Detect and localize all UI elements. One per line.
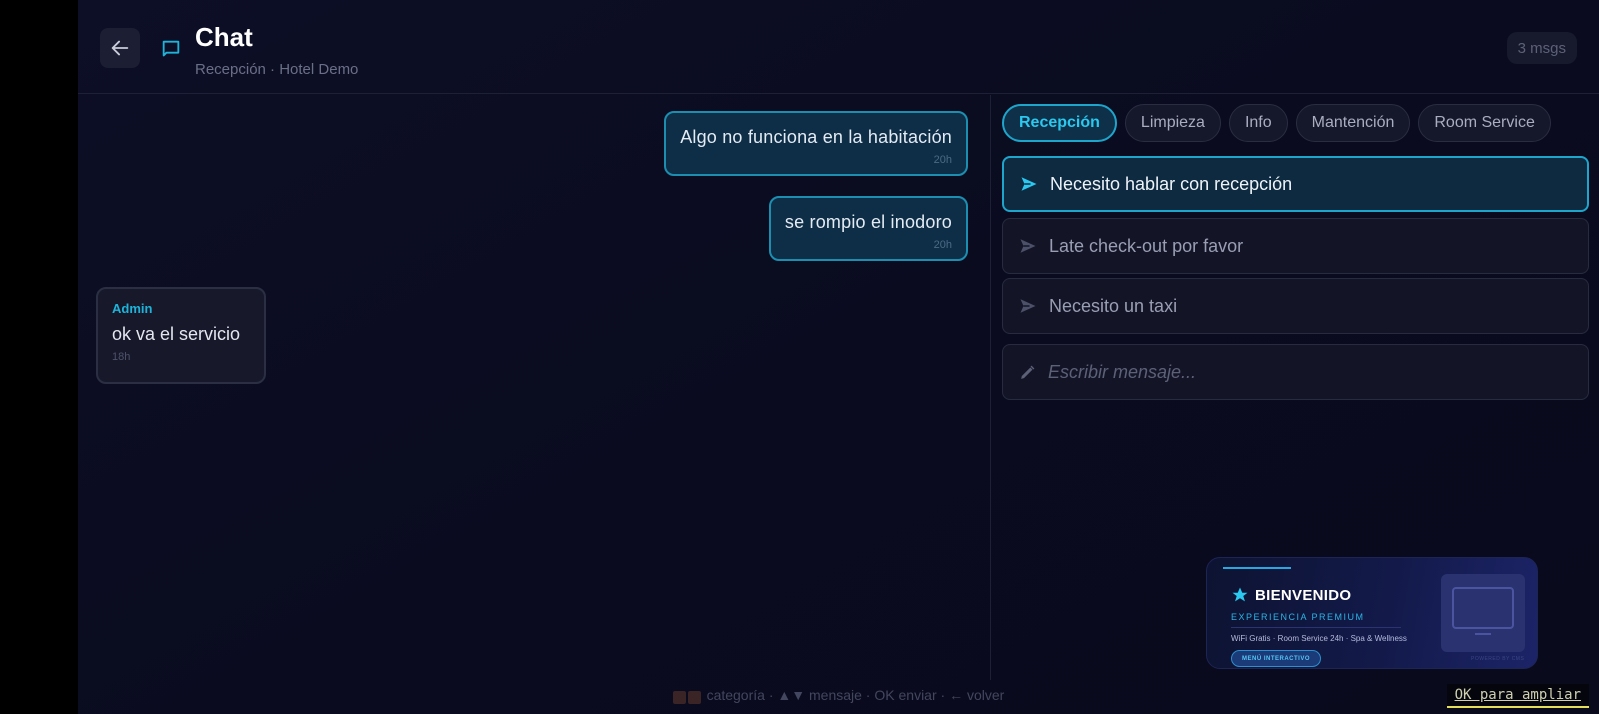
tab-room-service[interactable]: Room Service (1418, 104, 1551, 142)
promo-accent-line (1223, 567, 1291, 569)
pane-divider (990, 95, 991, 680)
promo-features: WiFi Gratis · Room Service 24h · Spa & W… (1231, 634, 1407, 643)
promo-divider (1231, 627, 1401, 628)
message-time: 20h (933, 239, 952, 251)
tab-recepcion[interactable]: Recepción (1002, 104, 1117, 142)
zoom-hint[interactable]: OK para ampliar (1446, 684, 1589, 708)
quick-reply-label: Necesito un taxi (1049, 295, 1178, 316)
back-button[interactable] (100, 28, 140, 68)
send-icon (1021, 177, 1037, 191)
hint-send: OK enviar (874, 687, 937, 703)
message-time: 20h (933, 154, 952, 166)
send-icon (1020, 299, 1036, 313)
tv-icon (1441, 574, 1525, 652)
message-text: se rompio el inodoro (784, 212, 952, 232)
quick-reply-item[interactable]: Necesito un taxi (1002, 278, 1589, 334)
hint-category: categoría (706, 687, 765, 703)
promo-subtitle: EXPERIENCIA PREMIUM (1231, 612, 1365, 622)
message-sender: Admin (112, 301, 153, 316)
page-title: Chat (195, 22, 253, 52)
category-tabs: Recepción Limpieza Info Mantención Room … (1002, 104, 1551, 142)
promo-menu-button[interactable]: MENÚ INTERACTIVO (1231, 650, 1321, 667)
chat-screen: Chat Recepción · Hotel Demo 3 msgs Algo … (78, 0, 1599, 714)
message-text: Algo no funciona en la habitación (680, 127, 952, 147)
star-icon (1232, 587, 1248, 602)
message-incoming: Admin ok va el servicio 18h (96, 287, 266, 384)
message-text: ok va el servicio (112, 324, 241, 344)
quick-reply-label: Necesito hablar con recepción (1050, 173, 1293, 194)
pencil-icon (1021, 365, 1035, 379)
tab-mantencion[interactable]: Mantención (1295, 104, 1411, 142)
message-outgoing: se rompio el inodoro 20h (768, 196, 968, 261)
message-time: 18h (112, 351, 131, 363)
tab-limpieza[interactable]: Limpieza (1124, 104, 1221, 142)
chat-header: Chat Recepción · Hotel Demo 3 msgs (78, 0, 1599, 94)
page-subtitle: Recepción · Hotel Demo (195, 61, 359, 78)
keyboard-hints: categoría · ▲▼ mensaje · OK enviar · ← v… (78, 687, 1599, 705)
promo-powered-by: POWERED BY CMS (1471, 656, 1525, 662)
hint-message: ▲▼ mensaje (777, 687, 862, 703)
tab-info[interactable]: Info (1228, 104, 1288, 142)
message-count-badge: 3 msgs (1506, 32, 1577, 64)
message-list[interactable]: Algo no funciona en la habitación 20h se… (78, 95, 990, 675)
message-input[interactable] (1048, 361, 1568, 383)
left-right-keys-icon (672, 688, 703, 705)
message-composer (1002, 344, 1589, 400)
message-outgoing: Algo no funciona en la habitación 20h (664, 111, 968, 176)
hint-back: ← volver (949, 687, 1005, 703)
quick-reply-item[interactable]: Necesito hablar con recepción (1002, 156, 1589, 212)
quick-reply-label: Late check-out por favor (1049, 235, 1244, 256)
chat-bubble-icon (162, 40, 180, 57)
send-icon (1020, 239, 1036, 253)
arrow-left-icon (111, 40, 129, 56)
quick-reply-item[interactable]: Late check-out por favor (1002, 218, 1589, 274)
promo-banner[interactable]: BIENVENIDO EXPERIENCIA PREMIUM WiFi Grat… (1206, 557, 1538, 669)
promo-title: BIENVENIDO (1255, 587, 1352, 604)
